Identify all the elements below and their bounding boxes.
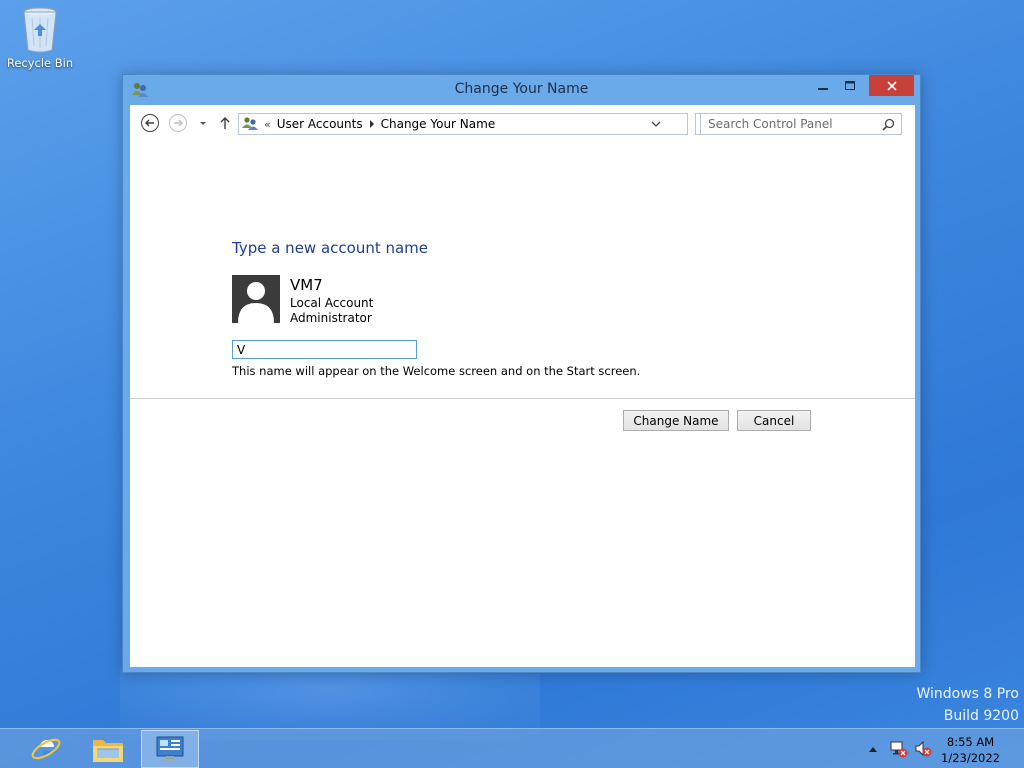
chevron-up-icon [869, 747, 877, 752]
recent-locations-button[interactable] [193, 113, 213, 133]
watermark-edition: Windows 8 Pro [916, 686, 1019, 702]
windows-version-watermark: Windows 8 Pro Build 9200 [916, 683, 1019, 727]
taskbar-control-panel[interactable] [141, 730, 199, 768]
search-input[interactable] [708, 115, 884, 133]
maximize-button[interactable] [836, 75, 863, 96]
search-box[interactable] [700, 113, 902, 135]
volume-muted-icon [915, 740, 932, 757]
taskbar-internet-explorer[interactable] [17, 730, 75, 768]
taskbar: 8:55 AM 1/23/2022 [0, 728, 1024, 768]
chevron-down-icon [200, 122, 206, 125]
recycle-bin[interactable]: Recycle Bin [4, 4, 76, 70]
new-account-name-input[interactable] [232, 340, 417, 359]
maximize-icon [844, 80, 855, 90]
clock-time: 8:55 AM [946, 735, 995, 749]
breadcrumb-user-accounts[interactable]: User Accounts [277, 117, 363, 131]
name-hint-text: This name will appear on the Welcome scr… [232, 364, 641, 378]
clock[interactable]: 8:55 AM 1/23/2022 [941, 734, 1000, 766]
account-name: VM7 [290, 276, 323, 294]
back-arrow-icon [141, 114, 159, 132]
forward-button[interactable] [168, 113, 188, 133]
user-silhouette-icon [238, 282, 274, 323]
divider [130, 398, 915, 399]
volume-status[interactable] [914, 729, 932, 768]
close-icon [886, 80, 897, 91]
title-bar[interactable]: Change Your Name [123, 75, 920, 105]
watermark-build: Build 9200 [943, 708, 1019, 724]
network-status[interactable] [890, 729, 908, 768]
breadcrumb-change-your-name[interactable]: Change Your Name [381, 117, 496, 131]
control-panel-icon [156, 736, 184, 761]
up-arrow-icon [220, 117, 230, 129]
user-avatar [232, 275, 280, 323]
show-hidden-icons-button[interactable] [868, 729, 878, 768]
window-client-area: « User Accounts Change Your Name Search … [130, 105, 915, 667]
taskbar-file-explorer[interactable] [79, 730, 137, 768]
account-type: Local Account [290, 296, 374, 310]
back-button[interactable] [140, 113, 160, 133]
close-button[interactable] [869, 75, 914, 96]
minimize-icon [817, 87, 828, 90]
window-title: Change Your Name [454, 81, 589, 97]
search-icon[interactable] [882, 118, 895, 134]
cancel-button[interactable]: Cancel [737, 410, 811, 431]
breadcrumb-separator-icon[interactable] [369, 118, 375, 131]
page-heading: Type a new account name [232, 239, 429, 257]
recycle-bin-icon [23, 7, 57, 53]
internet-explorer-icon [31, 738, 61, 761]
change-name-window: Change Your Name « User Accounts Change … [122, 74, 921, 673]
forward-arrow-icon [169, 114, 187, 132]
minimize-button[interactable] [809, 75, 836, 96]
clock-date: 1/23/2022 [941, 751, 1000, 765]
folder-icon [93, 740, 123, 762]
user-accounts-icon [242, 115, 258, 134]
navigation-bar: « User Accounts Change Your Name [130, 105, 915, 139]
recycle-bin-label: Recycle Bin [6, 56, 74, 70]
network-disconnected-icon [890, 741, 908, 758]
breadcrumb-overflow[interactable]: « [264, 118, 271, 131]
up-button[interactable] [215, 113, 235, 133]
account-role: Administrator [290, 311, 372, 325]
address-dropdown-icon[interactable] [651, 117, 661, 134]
address-bar[interactable]: « User Accounts Change Your Name [238, 113, 717, 135]
change-name-button[interactable]: Change Name [623, 410, 729, 431]
